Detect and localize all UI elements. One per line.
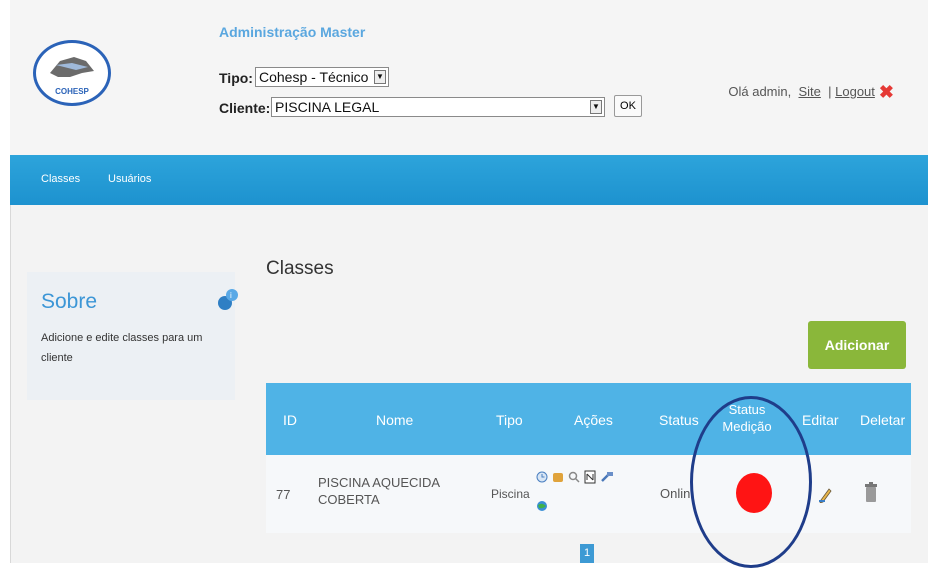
row-nome: PISCINA AQUECIDA COBERTA [318, 475, 440, 507]
cliente-label: Cliente: [219, 100, 271, 116]
tipo-select[interactable]: Cohesp - Técnico ▼ [255, 67, 389, 87]
greeting-text: Olá admin, [728, 84, 792, 99]
close-icon[interactable]: ✖ [879, 82, 894, 102]
cohesp-logo[interactable]: COHESP [33, 40, 111, 106]
sidebar-title: Sobre [41, 290, 98, 313]
column-header-editar: Editar [802, 412, 839, 428]
edit-icon[interactable] [818, 485, 832, 503]
hammer-icon[interactable] [600, 471, 614, 483]
row-id: 77 [276, 487, 291, 502]
separator: | [828, 84, 832, 99]
globe-icon[interactable] [536, 500, 548, 512]
nav-bar: Classes Usuários [10, 155, 928, 205]
user-bar: Olá admin, Site | Logout ✖ [728, 80, 894, 102]
box-icon[interactable] [552, 471, 564, 483]
column-header-id: ID [283, 412, 297, 428]
cliente-select[interactable]: PISCINA LEGAL ▼ [271, 97, 605, 117]
tipo-select-value: Cohesp - Técnico [259, 69, 369, 85]
logout-link[interactable]: Logout [835, 84, 875, 99]
row-status: Online [660, 486, 690, 501]
svg-text:i: i [230, 291, 232, 300]
column-header-tipo: Tipo [496, 412, 523, 428]
column-header-nome: Nome [376, 412, 414, 428]
page-title: Classes [266, 258, 334, 279]
chevron-down-icon[interactable]: ▼ [590, 100, 602, 114]
search-icon[interactable] [568, 471, 580, 483]
column-header-acoes: Ações [574, 412, 613, 428]
info-icon: i [218, 289, 238, 310]
cliente-select-value: PISCINA LEGAL [275, 99, 380, 115]
nav-item-usuarios[interactable]: Usuários [108, 173, 151, 185]
ok-button[interactable]: OK [614, 95, 642, 117]
admin-title: Administração Master [219, 24, 366, 40]
table-row: 77 PISCINA AQUECIDA COBERTA Piscina Onli… [266, 455, 911, 533]
column-header-deletar: Deletar [860, 412, 906, 428]
tipo-label: Tipo: [219, 70, 253, 86]
row-tipo: Piscina [491, 487, 530, 501]
trash-icon[interactable] [864, 482, 878, 504]
highlight-circle [690, 396, 812, 568]
header [10, 0, 928, 155]
chevron-down-icon[interactable]: ▼ [374, 70, 386, 84]
sidebar: Sobre i Adicione e edite classes para um… [27, 272, 238, 400]
sidebar-description: Adicione e edite classes para um cliente [41, 332, 203, 364]
clock-icon[interactable] [536, 471, 548, 483]
column-header-status: Status [659, 412, 699, 428]
logo-text: COHESP [55, 87, 89, 96]
document-icon[interactable] [584, 470, 596, 484]
pagination-page[interactable]: 1 [580, 544, 594, 563]
site-link[interactable]: Site [798, 84, 820, 99]
table-header: ID Nome Tipo Ações Status Status Medição… [266, 383, 911, 455]
nav-item-classes[interactable]: Classes [41, 173, 80, 185]
add-button[interactable]: Adicionar [808, 321, 906, 369]
